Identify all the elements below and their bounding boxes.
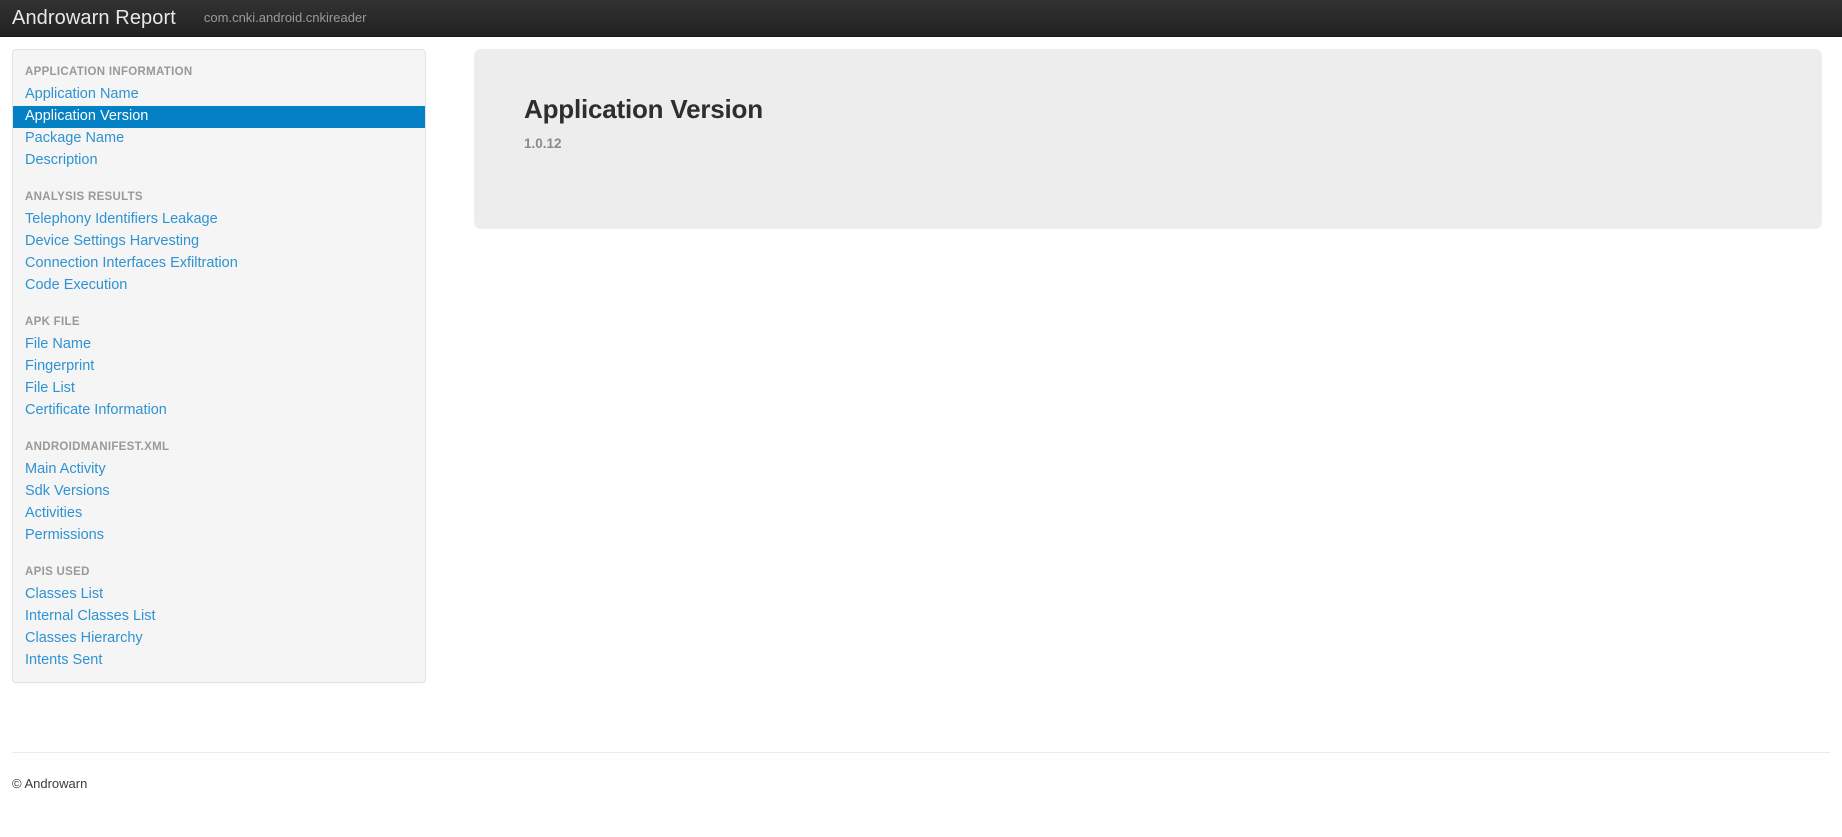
sidebar-item-internal-classes-list[interactable]: Internal Classes List — [13, 606, 425, 628]
sidebar-section-header: APPLICATION INFORMATION — [25, 66, 193, 78]
sidebar-item-file-name[interactable]: File Name — [13, 334, 425, 356]
sidebar-nav: APPLICATION INFORMATION Application Name A… — [12, 49, 426, 683]
sidebar-item-application-version[interactable]: Application Version — [13, 106, 425, 128]
sidebar-item-intents-sent[interactable]: Intents Sent — [13, 650, 425, 672]
sidebar-section-header: ANALYSIS RESULTS — [25, 191, 143, 203]
page-title: Application Version — [524, 94, 763, 124]
application-version-value: 1.0.12 — [524, 136, 562, 151]
sidebar-item-activities[interactable]: Activities — [13, 503, 425, 525]
top-navbar: Androwarn Report com.cnki.android.cnkire… — [0, 0, 1842, 37]
sidebar-item-telephony-identifiers-leakage[interactable]: Telephony Identifiers Leakage — [13, 209, 425, 231]
footer: © Androwarn — [0, 752, 1842, 793]
sidebar-item-sdk-versions[interactable]: Sdk Versions — [13, 481, 425, 503]
sidebar-item-connection-interfaces-exfiltration[interactable]: Connection Interfaces Exfiltration — [13, 253, 425, 275]
sidebar-section-header: ANDROIDMANIFEST.XML — [25, 441, 170, 453]
sidebar-item-certificate-information[interactable]: Certificate Information — [13, 400, 425, 422]
sidebar-item-fingerprint[interactable]: Fingerprint — [13, 356, 425, 378]
sidebar-item-classes-list[interactable]: Classes List — [13, 584, 425, 606]
app-title: Androwarn Report — [12, 6, 176, 29]
main-content: Application Version 1.0.12 — [426, 49, 1830, 229]
sidebar-item-permissions[interactable]: Permissions — [13, 525, 425, 547]
detail-panel: Application Version 1.0.12 — [474, 49, 1822, 229]
sidebar-item-code-execution[interactable]: Code Execution — [13, 275, 425, 297]
sidebar-item-file-list[interactable]: File List — [13, 378, 425, 400]
sidebar-item-main-activity[interactable]: Main Activity — [13, 459, 425, 481]
sidebar-item-package-name[interactable]: Package Name — [13, 128, 425, 150]
sidebar-item-classes-hierarchy[interactable]: Classes Hierarchy — [13, 628, 425, 650]
footer-copyright: © Androwarn — [12, 776, 88, 791]
sidebar-item-device-settings-harvesting[interactable]: Device Settings Harvesting — [13, 231, 425, 253]
sidebar-section-header: APIS USED — [25, 566, 90, 578]
sidebar-section-header: APK FILE — [25, 316, 80, 328]
sidebar-item-description[interactable]: Description — [13, 150, 425, 172]
page-body: APPLICATION INFORMATION Application Name A… — [0, 37, 1842, 683]
sidebar-item-application-name[interactable]: Application Name — [13, 84, 425, 106]
package-name-subtitle: com.cnki.android.cnkireader — [203, 10, 367, 25]
